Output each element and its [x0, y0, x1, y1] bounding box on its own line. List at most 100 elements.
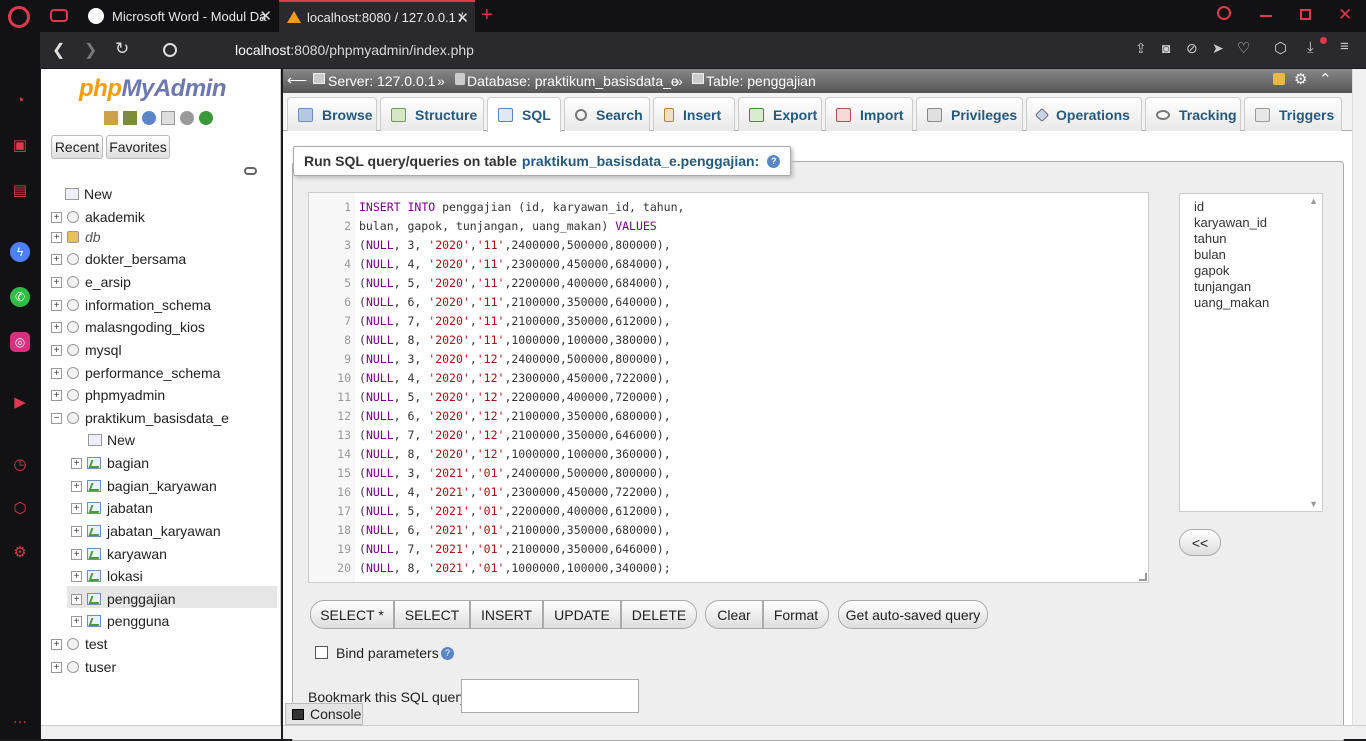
- expand-icon[interactable]: +: [71, 615, 82, 627]
- tree-db[interactable]: + tuser: [51, 657, 116, 677]
- opera-logo-icon[interactable]: [8, 6, 30, 28]
- column-item[interactable]: tahun: [1194, 231, 1322, 247]
- code-line[interactable]: INSERT INTO penggajian (id, karyawan_id,…: [359, 198, 684, 217]
- gear-icon[interactable]: [180, 111, 194, 125]
- legend-table-link[interactable]: praktikum_basisdata_e.penggajian:: [522, 153, 759, 169]
- tree-new-table[interactable]: New: [88, 430, 135, 450]
- extensions-icon[interactable]: ⬡: [10, 498, 30, 518]
- expand-icon[interactable]: +: [51, 211, 62, 223]
- help-icon[interactable]: [142, 111, 156, 125]
- horizontal-scrollbar[interactable]: [283, 725, 1366, 739]
- tree-table-selected[interactable]: + penggajian: [71, 589, 176, 609]
- new-tab-button[interactable]: +: [481, 4, 493, 27]
- expand-icon[interactable]: +: [51, 389, 62, 401]
- help-icon[interactable]: ?: [767, 154, 781, 168]
- scroll-down-icon[interactable]: ▼: [1309, 499, 1318, 509]
- expand-icon[interactable]: +: [51, 231, 62, 243]
- gear-icon[interactable]: ⚙: [1294, 70, 1307, 88]
- instagram-icon[interactable]: ◎: [10, 332, 30, 352]
- camera-icon[interactable]: ◙: [1162, 40, 1170, 56]
- settings-icon[interactable]: ⚙: [10, 542, 30, 562]
- home-icon[interactable]: [104, 111, 118, 125]
- expand-icon[interactable]: +: [51, 638, 62, 650]
- tab-insert[interactable]: Insert: [653, 97, 735, 131]
- adblock-icon[interactable]: ⊘: [1186, 40, 1198, 57]
- tree-table[interactable]: + jabatan_karyawan: [71, 521, 221, 541]
- code-line[interactable]: (NULL, 7, '2020','12',2100000,350000,646…: [359, 426, 671, 445]
- collapse-icon[interactable]: −: [51, 412, 62, 424]
- clear-button[interactable]: Clear: [705, 600, 763, 629]
- heart-icon[interactable]: ♡: [1237, 39, 1250, 57]
- close-icon[interactable]: ✕: [456, 9, 469, 27]
- insert-button[interactable]: INSERT: [470, 600, 543, 629]
- code-line[interactable]: (NULL, 7, '2021','01',2100000,350000,646…: [359, 540, 671, 559]
- tab-localhost[interactable]: localhost:8080 / 127.0.0.1 / ✕: [279, 0, 475, 32]
- collapse-nav-icon[interactable]: ⟵: [287, 72, 307, 89]
- code-line[interactable]: (NULL, 5, '2021','01',2200000,400000,612…: [359, 502, 671, 521]
- resize-handle-icon[interactable]: [1139, 573, 1147, 581]
- tree-new[interactable]: New: [65, 184, 112, 204]
- expand-icon[interactable]: +: [71, 593, 82, 605]
- breadcrumb-table[interactable]: Table: penggajian: [706, 73, 816, 89]
- sql-editor[interactable]: 1 2 3 4 5 6 7 8 9 10 11 12 13 14 15 16 17 18 19 20 INSERT I…: [308, 192, 1149, 583]
- console-button[interactable]: Console: [285, 703, 363, 725]
- code-line[interactable]: (NULL, 6, '2021','01',2100000,350000,680…: [359, 521, 671, 540]
- breadcrumb-server[interactable]: Server: 127.0.0.1: [328, 73, 435, 89]
- forward-icon[interactable]: ❯: [84, 40, 97, 60]
- tree-db[interactable]: + test: [51, 634, 108, 654]
- tree-db[interactable]: + performance_schema: [51, 363, 220, 383]
- expand-icon[interactable]: +: [71, 502, 82, 514]
- bookmark-input[interactable]: [461, 679, 639, 713]
- code-line[interactable]: (NULL, 4, '2020','11',2300000,450000,684…: [359, 255, 671, 274]
- tree-table[interactable]: + bagian_karyawan: [71, 476, 217, 496]
- tab-word[interactable]: Microsoft Word - Modul Da ✕: [80, 0, 278, 32]
- column-item[interactable]: gapok: [1194, 263, 1322, 279]
- tree-db[interactable]: + dokter_bersama: [51, 249, 186, 269]
- tab-tracking[interactable]: Tracking: [1145, 97, 1241, 131]
- column-item[interactable]: karyawan_id: [1194, 215, 1322, 231]
- delete-button[interactable]: DELETE: [621, 600, 697, 629]
- get-autosaved-query-button[interactable]: Get auto-saved query: [838, 600, 988, 629]
- expand-icon[interactable]: +: [51, 253, 62, 265]
- tree-table[interactable]: + jabatan: [71, 498, 153, 518]
- select-button[interactable]: SELECT: [394, 600, 470, 629]
- whatsapp-icon[interactable]: ✆: [10, 287, 30, 307]
- expand-icon[interactable]: +: [51, 299, 62, 311]
- link-icon[interactable]: [244, 167, 257, 175]
- scroll-up-icon[interactable]: ▲: [1309, 196, 1318, 206]
- tree-db[interactable]: + information_schema: [51, 295, 211, 315]
- column-item[interactable]: bulan: [1194, 247, 1322, 263]
- columns-list[interactable]: id karyawan_id tahun bulan gapok tunjang…: [1179, 193, 1323, 512]
- share-icon[interactable]: ⇪: [1135, 40, 1147, 57]
- tree-db[interactable]: + db: [51, 227, 101, 247]
- close-window-icon[interactable]: ✕: [1338, 5, 1352, 25]
- tree-table[interactable]: + bagian: [71, 453, 149, 473]
- code-line[interactable]: (NULL, 8, '2020','11',1000000,100000,380…: [359, 331, 671, 350]
- code-line[interactable]: (NULL, 6, '2020','12',2100000,350000,680…: [359, 407, 671, 426]
- tree-db[interactable]: + e_arsip: [51, 272, 131, 292]
- expand-icon[interactable]: +: [71, 570, 82, 582]
- shopping-icon[interactable]: ▣: [10, 135, 30, 155]
- code-line[interactable]: (NULL, 3, '2021','01',2400000,500000,800…: [359, 464, 671, 483]
- tab-structure[interactable]: Structure: [380, 97, 484, 131]
- tree-table[interactable]: + karyawan: [71, 544, 167, 564]
- code-line[interactable]: bulan, gapok, tunjangan, uang_makan) VAL…: [359, 217, 657, 236]
- help-icon[interactable]: ?: [441, 647, 454, 660]
- back-icon[interactable]: ❮: [52, 40, 65, 60]
- favorites-button[interactable]: Favorites: [106, 135, 170, 159]
- expand-icon[interactable]: +: [51, 367, 62, 379]
- insert-column-button[interactable]: <<: [1179, 529, 1221, 556]
- close-icon[interactable]: ✕: [259, 7, 272, 25]
- expand-icon[interactable]: +: [71, 480, 82, 492]
- tab-browse[interactable]: Browse: [287, 97, 377, 131]
- expand-icon[interactable]: +: [71, 525, 82, 537]
- lock-icon[interactable]: [1273, 73, 1285, 85]
- code-line[interactable]: (NULL, 3, '2020','12',2400000,500000,800…: [359, 350, 671, 369]
- maximize-icon[interactable]: [1300, 9, 1311, 20]
- code-line[interactable]: (NULL, 3, '2020','11',2400000,500000,800…: [359, 236, 671, 255]
- tab-privileges[interactable]: Privileges: [916, 97, 1023, 131]
- expand-icon[interactable]: +: [51, 344, 62, 356]
- docs-icon[interactable]: [161, 111, 175, 125]
- gamepad-icon[interactable]: [50, 9, 68, 22]
- reload-icon[interactable]: ↻: [115, 39, 129, 59]
